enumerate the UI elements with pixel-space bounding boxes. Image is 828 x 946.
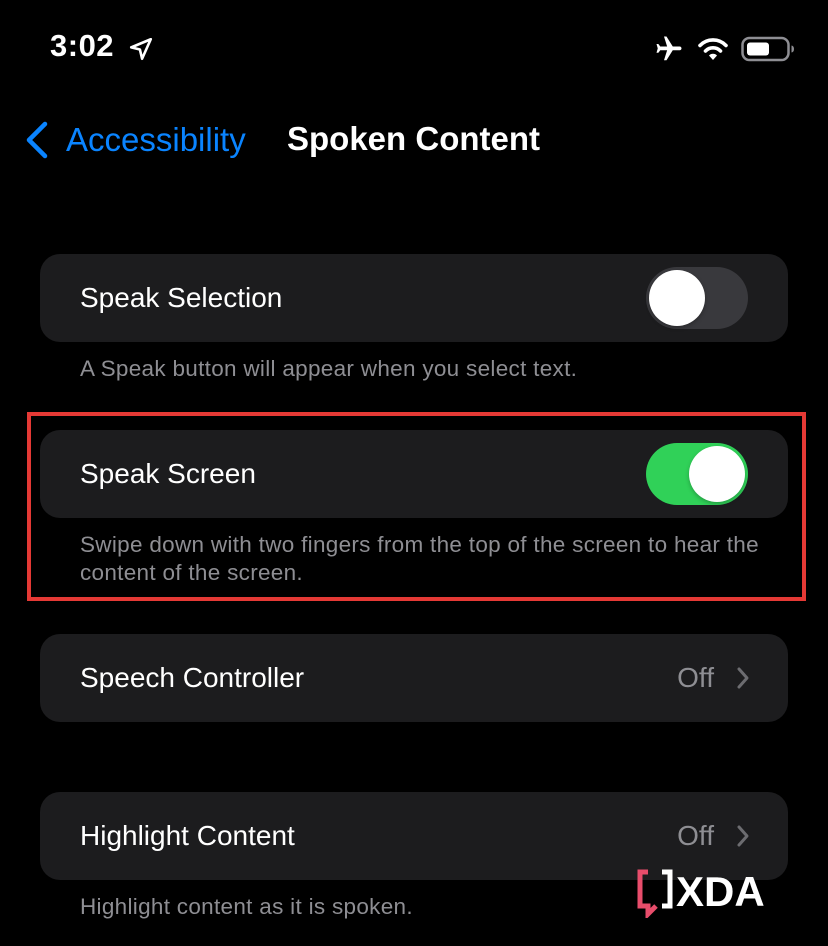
speak-selection-footnote: A Speak button will appear when you sele… — [80, 356, 578, 381]
xda-watermark-text: XDA — [676, 868, 765, 915]
location-arrow-icon — [129, 37, 153, 61]
page-title: Spoken Content — [287, 120, 540, 157]
highlight-content-label: Highlight Content — [80, 820, 295, 851]
speech-controller-row[interactable]: Speech Controller Off — [40, 634, 788, 722]
xda-watermark-logo: XDA — [637, 868, 765, 918]
battery-icon — [741, 36, 794, 62]
airplane-mode-icon — [656, 36, 682, 61]
back-button-label: Accessibility — [66, 121, 246, 158]
speak-selection-toggle[interactable] — [646, 267, 748, 329]
speak-screen-footnote: Swipe down with two fingers from the top… — [80, 532, 759, 585]
speak-selection-label: Speak Selection — [80, 282, 283, 313]
speech-controller-value: Off — [677, 662, 714, 693]
speak-screen-label: Speak Screen — [80, 458, 256, 489]
chevron-right-icon — [737, 825, 749, 847]
speak-selection-row[interactable]: Speak Selection — [40, 254, 788, 342]
toggle-knob — [649, 270, 705, 326]
speech-controller-label: Speech Controller — [80, 662, 305, 693]
back-button[interactable]: Accessibility — [24, 114, 246, 166]
speak-screen-toggle[interactable] — [646, 443, 748, 505]
wifi-icon — [698, 38, 728, 60]
toggle-knob — [689, 446, 745, 502]
chevron-right-icon — [737, 667, 749, 689]
chevron-left-icon — [26, 121, 48, 159]
status-time: 3:02 — [50, 28, 115, 63]
speak-screen-row[interactable]: Speak Screen — [40, 430, 788, 518]
